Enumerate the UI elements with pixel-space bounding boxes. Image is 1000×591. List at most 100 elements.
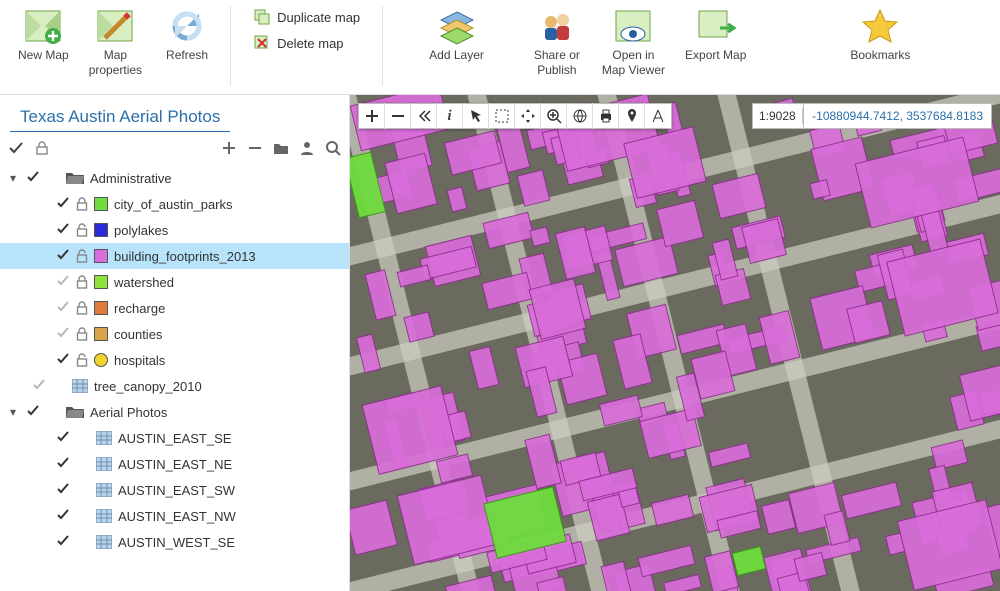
check-icon[interactable] (56, 456, 70, 473)
pan-icon[interactable] (515, 103, 541, 129)
zoom-in-icon[interactable] (359, 103, 385, 129)
raster-icon (72, 379, 88, 393)
lock-all-icon[interactable] (34, 140, 50, 159)
layer-swatch (94, 275, 108, 289)
new-map-icon (23, 6, 63, 46)
coordinates-value: -10880944.7412, 3537684.8183 (812, 109, 983, 123)
zoom-icon[interactable] (325, 140, 341, 159)
lock-icon[interactable] (76, 275, 88, 289)
check-icon[interactable] (56, 274, 70, 291)
refresh-button[interactable]: Refresh (156, 4, 218, 65)
folder-icon[interactable] (273, 140, 289, 159)
tree-group-aerial[interactable]: ▾ Aerial Photos (0, 399, 349, 425)
pointer-icon[interactable] (463, 103, 489, 129)
raster-icon (96, 509, 112, 523)
share-icon (537, 6, 577, 46)
new-map-label: New Map (18, 48, 69, 63)
tree-layer[interactable]: building_footprints_2013 (0, 243, 349, 269)
tree-layer[interactable]: polylakes (0, 217, 349, 243)
layer-label: recharge (114, 301, 165, 316)
lock-icon[interactable] (76, 249, 88, 263)
print-icon[interactable] (593, 103, 619, 129)
check-icon[interactable] (56, 508, 70, 525)
tree-group-administrative[interactable]: ▾ Administrative (0, 165, 349, 191)
folder-open-icon (66, 171, 84, 185)
export-map-button[interactable]: Export Map (679, 4, 752, 65)
check-icon[interactable] (56, 534, 70, 551)
remove-icon[interactable] (247, 140, 263, 159)
layer-tree: ▾ Administrative city_of_austin_parkspol… (0, 163, 349, 557)
open-viewer-button[interactable]: Open in Map Viewer (596, 4, 671, 80)
zoom-extent-icon[interactable] (541, 103, 567, 129)
export-map-icon (696, 6, 736, 46)
share-button[interactable]: Share or Publish (526, 4, 588, 80)
layer-panel: Texas Austin Aerial Photos ▾ Admin (0, 95, 350, 591)
duplicate-map-label: Duplicate map (277, 10, 360, 25)
lock-icon[interactable] (76, 223, 88, 237)
delete-map-button[interactable]: Delete map (247, 30, 366, 56)
select-rect-icon[interactable] (489, 103, 515, 129)
info-icon[interactable]: i (437, 103, 463, 129)
tree-layer[interactable]: tree_canopy_2010 (0, 373, 349, 399)
check-icon[interactable] (56, 300, 70, 317)
check-icon[interactable] (56, 482, 70, 499)
lock-icon[interactable] (76, 327, 88, 341)
lock-icon[interactable] (76, 353, 88, 367)
layer-swatch (94, 249, 108, 263)
lock-icon[interactable] (76, 197, 88, 211)
add-layer-button[interactable]: Add Layer (423, 4, 490, 65)
check-all-icon[interactable] (8, 140, 24, 159)
tree-layer[interactable]: AUSTIN_EAST_SE (0, 425, 349, 451)
open-viewer-label: Open in Map Viewer (602, 48, 665, 78)
user-icon[interactable] (299, 140, 315, 159)
check-icon[interactable] (56, 222, 70, 239)
globe-icon[interactable] (567, 103, 593, 129)
tree-layer[interactable]: AUSTIN_WEST_SE (0, 529, 349, 555)
check-icon[interactable] (56, 352, 70, 369)
chevron-down-icon[interactable]: ▾ (6, 171, 20, 185)
layer-label: tree_canopy_2010 (94, 379, 202, 394)
marker-icon[interactable] (619, 103, 645, 129)
lock-icon[interactable] (76, 301, 88, 315)
bookmarks-icon (860, 6, 900, 46)
side-toolbar (0, 136, 349, 163)
raster-icon (96, 483, 112, 497)
zoom-out-icon[interactable] (385, 103, 411, 129)
layer-label: watershed (114, 275, 174, 290)
map-ops-menu: Duplicate map Delete map (247, 4, 366, 56)
measure-icon[interactable] (645, 103, 671, 129)
raster-icon (96, 431, 112, 445)
add-icon[interactable] (221, 140, 237, 159)
tree-layer[interactable]: counties (0, 321, 349, 347)
tree-layer[interactable]: hospitals (0, 347, 349, 373)
new-map-button[interactable]: New Map (12, 4, 75, 65)
tree-layer[interactable]: city_of_austin_parks (0, 191, 349, 217)
check-icon[interactable] (26, 170, 40, 187)
map-toolbar: i (358, 103, 672, 129)
tree-layer[interactable]: watershed (0, 269, 349, 295)
folder-open-icon (66, 405, 84, 419)
refresh-label: Refresh (166, 48, 208, 63)
check-icon[interactable] (56, 326, 70, 343)
check-icon[interactable] (26, 404, 40, 421)
tree-layer[interactable]: AUSTIN_EAST_SW (0, 477, 349, 503)
map-properties-label: Map properties (89, 48, 142, 78)
layer-label: AUSTIN_EAST_NW (118, 509, 236, 524)
check-icon[interactable] (32, 378, 46, 395)
check-icon[interactable] (56, 248, 70, 265)
map-properties-icon (95, 6, 135, 46)
check-icon[interactable] (56, 430, 70, 447)
check-icon[interactable] (56, 196, 70, 213)
duplicate-map-button[interactable]: Duplicate map (247, 4, 366, 30)
tree-layer[interactable]: AUSTIN_EAST_NE (0, 451, 349, 477)
coordinates-box: -10880944.7412, 3537684.8183 (803, 103, 992, 129)
map-properties-button[interactable]: Map properties (83, 4, 148, 80)
tree-layer[interactable]: AUSTIN_EAST_NW (0, 503, 349, 529)
layer-label: counties (114, 327, 162, 342)
layer-label: building_footprints_2013 (114, 249, 256, 264)
tree-layer[interactable]: recharge (0, 295, 349, 321)
bookmarks-button[interactable]: Bookmarks (844, 4, 916, 65)
map-canvas[interactable]: i 1:9028 -10880944.7412, 3537684.8183 (350, 95, 1000, 591)
chevrons-icon[interactable] (411, 103, 437, 129)
chevron-down-icon[interactable]: ▾ (6, 405, 20, 419)
